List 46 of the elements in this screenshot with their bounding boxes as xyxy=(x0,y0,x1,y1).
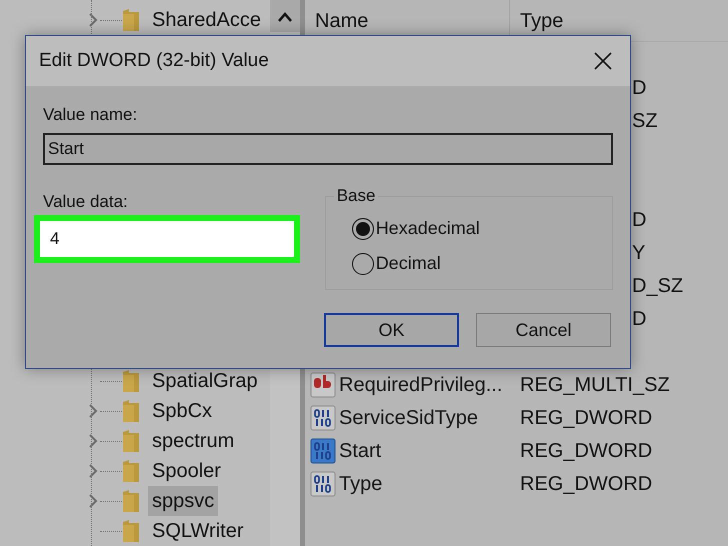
folder-icon xyxy=(122,8,140,32)
value-data-field[interactable]: 4 xyxy=(34,215,300,263)
tree-item[interactable]: SharedAcce xyxy=(148,5,265,35)
tree-item[interactable]: spectrum xyxy=(148,426,238,456)
type-cell-text: D xyxy=(632,208,646,232)
tree-item[interactable]: SpatialGrap xyxy=(148,366,262,396)
tree-item[interactable]: SpbCx xyxy=(148,396,216,426)
type-cell-text: REG_DWORD xyxy=(520,438,652,464)
tree-item[interactable]: sppsvc xyxy=(148,486,218,516)
tree-item[interactable]: Spooler xyxy=(148,456,225,486)
type-cell-text: D xyxy=(632,306,646,332)
type-cell-text: D_SZ xyxy=(632,274,684,298)
type-cell-text: Y xyxy=(632,240,646,266)
radio-button[interactable] xyxy=(352,252,374,274)
dialog-title: Edit DWORD (32-bit) Value xyxy=(39,48,269,73)
value-name[interactable]: Type xyxy=(339,468,382,498)
value-name[interactable]: Start xyxy=(339,436,382,466)
folder-icon xyxy=(122,369,140,393)
field-label: Value data: xyxy=(43,191,129,213)
value-name-field: Start xyxy=(43,133,613,165)
value-name[interactable]: RequiredPrivileg... xyxy=(339,370,502,400)
close-icon[interactable] xyxy=(594,52,612,70)
type-cell-text: REG_DWORD xyxy=(520,472,652,496)
dialog-button[interactable]: OK xyxy=(324,313,459,347)
chevron-right-icon[interactable] xyxy=(88,12,98,28)
value-name[interactable]: ServiceSidType xyxy=(339,402,478,432)
chevron-right-icon[interactable] xyxy=(88,433,98,449)
folder-icon xyxy=(122,459,140,483)
chevron-right-icon[interactable] xyxy=(88,463,98,479)
dialog-button[interactable]: Cancel xyxy=(476,313,611,347)
folder-icon xyxy=(122,429,140,453)
type-cell-text: D xyxy=(632,76,646,100)
tree-item[interactable]: SQLWriter xyxy=(148,516,248,546)
folder-icon xyxy=(122,399,140,423)
scroll-up-icon[interactable] xyxy=(270,0,300,32)
chevron-right-icon[interactable] xyxy=(88,403,98,419)
folder-icon xyxy=(122,519,140,543)
field-label: Value name: xyxy=(43,104,138,126)
radio-label[interactable]: Decimal xyxy=(376,250,441,277)
type-cell-text: REG_DWORD xyxy=(520,406,652,430)
type-cell-text: SZ xyxy=(632,108,658,134)
folder-icon xyxy=(122,489,140,513)
radio-button[interactable] xyxy=(352,218,374,240)
radio-label[interactable]: Hexadecimal xyxy=(376,215,480,242)
chevron-right-icon[interactable] xyxy=(88,493,98,509)
type-cell-text: REG_MULTI_SZ xyxy=(520,372,670,398)
